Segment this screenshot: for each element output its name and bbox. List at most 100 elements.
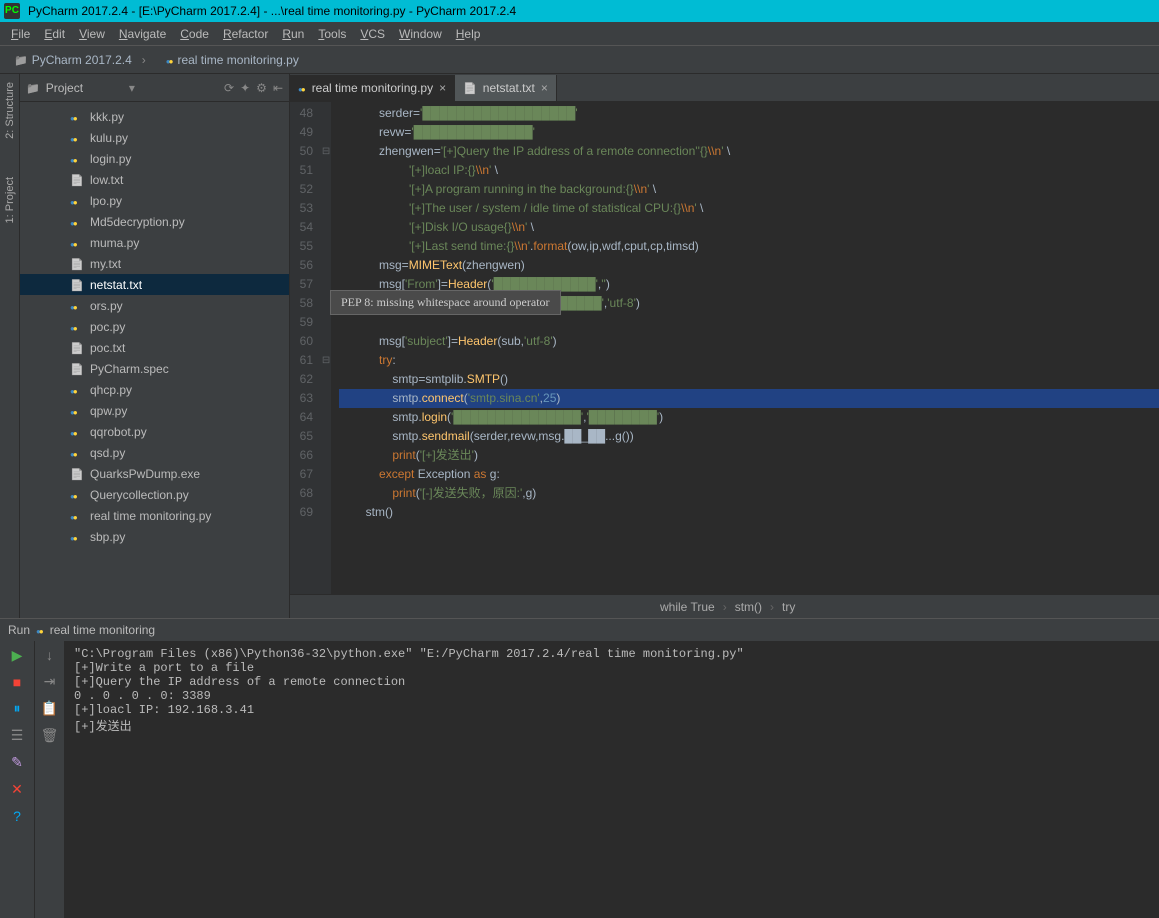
txt-icon bbox=[463, 81, 477, 95]
editor-tab[interactable]: real time monitoring.py× bbox=[290, 75, 455, 101]
file-item[interactable]: real time monitoring.py bbox=[20, 505, 289, 526]
file-item[interactable]: netstat.txt bbox=[20, 274, 289, 295]
file-item[interactable]: kulu.py bbox=[20, 127, 289, 148]
breadcrumb-bar: PyCharm 2017.2.4real time monitoring.py bbox=[0, 46, 1159, 74]
run-tool-window: Run real time monitoring ▶ ■ ⏸ ☰ ✎ ✕? ↓ ⇥ 📋 🗑 "C… bbox=[0, 618, 1159, 918]
file-item[interactable]: Querycollection.py bbox=[20, 484, 289, 505]
py-icon bbox=[70, 131, 84, 145]
menu-file[interactable]: File bbox=[4, 27, 37, 41]
editor-status-bar: while True›stm()›try bbox=[290, 594, 1159, 618]
txt-icon bbox=[70, 257, 84, 271]
file-item[interactable]: poc.txt bbox=[20, 337, 289, 358]
breadcrumb-item[interactable]: real time monitoring.py bbox=[160, 51, 319, 69]
folder-icon bbox=[14, 53, 28, 67]
py-icon bbox=[70, 299, 84, 313]
menu-refactor[interactable]: Refactor bbox=[216, 27, 275, 41]
code-area[interactable]: serder='██████████████████' revw='██████… bbox=[331, 102, 1159, 594]
down-icon[interactable]: ↓ bbox=[46, 647, 53, 663]
file-item[interactable]: my.txt bbox=[20, 253, 289, 274]
file-item[interactable]: qsd.py bbox=[20, 442, 289, 463]
pep8-tooltip: PEP 8: missing whitespace around operato… bbox=[330, 290, 561, 315]
py-icon bbox=[70, 404, 84, 418]
menu-view[interactable]: View bbox=[72, 27, 112, 41]
py-icon bbox=[70, 383, 84, 397]
menu-tools[interactable]: Tools bbox=[311, 27, 353, 41]
run-label: Run bbox=[8, 623, 30, 637]
status-path[interactable]: try bbox=[782, 600, 795, 614]
stop-icon[interactable]: ■ bbox=[13, 674, 21, 690]
layout-icon[interactable]: ☰ bbox=[11, 727, 24, 744]
py-icon bbox=[70, 320, 84, 334]
settings-icon[interactable]: ⚙ bbox=[256, 81, 267, 95]
menu-navigate[interactable]: Navigate bbox=[112, 27, 173, 41]
menu-help[interactable]: Help bbox=[449, 27, 488, 41]
txt-icon bbox=[70, 278, 84, 292]
close-icon[interactable]: × bbox=[439, 81, 446, 95]
file-item[interactable]: ors.py bbox=[20, 295, 289, 316]
editor[interactable]: 4849505152535455565758596061626364656667… bbox=[290, 102, 1159, 594]
py-icon bbox=[70, 509, 84, 523]
file-item[interactable]: low.txt bbox=[20, 169, 289, 190]
py-icon bbox=[166, 53, 174, 67]
file-item[interactable]: login.py bbox=[20, 148, 289, 169]
txt-icon bbox=[70, 341, 84, 355]
project-icon bbox=[26, 81, 40, 95]
line-gutter: 4849505152535455565758596061626364656667… bbox=[290, 102, 321, 594]
py-icon bbox=[298, 81, 306, 95]
menu-window[interactable]: Window bbox=[392, 27, 449, 41]
txt-icon bbox=[70, 173, 84, 187]
file-item[interactable]: lpo.py bbox=[20, 190, 289, 211]
title-bar: PC PyCharm 2017.2.4 - [E:\PyCharm 2017.2… bbox=[0, 0, 1159, 22]
file-item[interactable]: Md5decryption.py bbox=[20, 211, 289, 232]
hide-icon[interactable]: ⇤ bbox=[273, 81, 283, 95]
file-item[interactable]: qpw.py bbox=[20, 400, 289, 421]
fold-gutter[interactable]: ⊟⊟ bbox=[321, 102, 331, 594]
file-item[interactable]: qqrobot.py bbox=[20, 421, 289, 442]
clear-icon[interactable]: 🗑 bbox=[41, 727, 59, 744]
file-item[interactable]: sbp.py bbox=[20, 526, 289, 547]
file-item[interactable]: qhcp.py bbox=[20, 379, 289, 400]
menu-run[interactable]: Run bbox=[275, 27, 311, 41]
window-title: PyCharm 2017.2.4 - [E:\PyCharm 2017.2.4]… bbox=[28, 4, 516, 18]
close-icon[interactable]: × bbox=[541, 81, 548, 95]
pause-icon[interactable]: ⏸ bbox=[14, 700, 21, 717]
python-icon bbox=[36, 623, 44, 637]
run-config-name: real time monitoring bbox=[50, 623, 155, 637]
py-icon bbox=[70, 236, 84, 250]
menu-edit[interactable]: Edit bbox=[37, 27, 72, 41]
refresh-icon[interactable]: ⟳ bbox=[224, 81, 234, 95]
left-tool-tabs: 2: Structure 1: Project bbox=[0, 74, 20, 618]
file-item[interactable]: poc.py bbox=[20, 316, 289, 337]
py-icon bbox=[70, 194, 84, 208]
run-toolbar-left: ▶ ■ ⏸ ☰ ✎ ✕? bbox=[0, 641, 34, 918]
file-item[interactable]: QuarksPwDump.exe bbox=[20, 463, 289, 484]
breadcrumb-item[interactable]: PyCharm 2017.2.4 bbox=[8, 51, 156, 69]
menu-vcs[interactable]: VCS bbox=[353, 27, 392, 41]
structure-tab[interactable]: 2: Structure bbox=[4, 78, 16, 143]
editor-tabs: real time monitoring.py×netstat.txt× bbox=[290, 74, 1159, 102]
console-output[interactable]: "C:\Program Files (x86)\Python36-32\pyth… bbox=[64, 641, 1159, 918]
py-icon bbox=[70, 446, 84, 460]
file-item[interactable]: PyCharm.spec bbox=[20, 358, 289, 379]
collapse-icon[interactable]: ✦ bbox=[240, 81, 250, 95]
help-icon[interactable]: ? bbox=[13, 808, 21, 824]
rerun-icon[interactable]: ▶ bbox=[12, 647, 23, 664]
edit-icon[interactable]: ✎ bbox=[11, 754, 23, 771]
run-header: Run real time monitoring bbox=[0, 619, 1159, 641]
file-item[interactable]: kkk.py bbox=[20, 106, 289, 127]
project-pane: Project ▾ ⟳ ✦ ⚙ ⇤ kkk.pykulu.pylogin.pyl… bbox=[20, 74, 290, 618]
status-path[interactable]: stm() bbox=[735, 600, 762, 614]
close-icon[interactable]: ✕ bbox=[11, 781, 23, 798]
status-path[interactable]: while True bbox=[660, 600, 715, 614]
editor-tab[interactable]: netstat.txt× bbox=[455, 75, 557, 101]
dropdown-icon[interactable]: ▾ bbox=[129, 81, 135, 95]
project-header: Project bbox=[46, 81, 123, 95]
file-item[interactable]: muma.py bbox=[20, 232, 289, 253]
project-tab[interactable]: 1: Project bbox=[4, 173, 16, 227]
py-icon bbox=[70, 110, 84, 124]
project-tree[interactable]: kkk.pykulu.pylogin.pylow.txtlpo.pyMd5dec… bbox=[20, 102, 289, 618]
print-icon[interactable]: 📋 bbox=[41, 700, 58, 717]
menu-code[interactable]: Code bbox=[173, 27, 216, 41]
txt-icon bbox=[70, 467, 84, 481]
soft-wrap-icon[interactable]: ⇥ bbox=[44, 673, 56, 690]
